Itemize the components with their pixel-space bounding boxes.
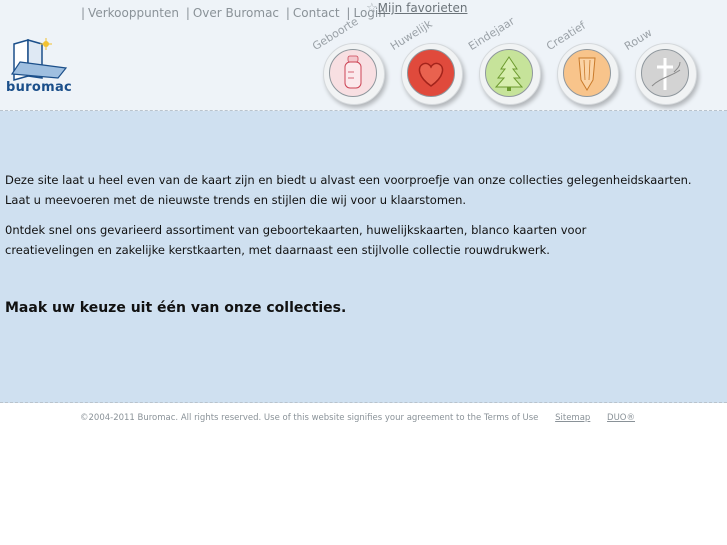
intro-text-line: creatievelingen en zakelijke kerstkaarte… bbox=[5, 243, 550, 257]
collection-eindejaar[interactable]: Eindejaar bbox=[466, 15, 549, 110]
site-header: | Verkooppunten | Over Buromac | Contact | L… bbox=[0, 0, 727, 111]
nav-link-over-buromac[interactable]: Over Buromac bbox=[193, 6, 279, 20]
logo-text: buromac bbox=[6, 80, 73, 95]
star-icon: ☆ bbox=[366, 1, 378, 16]
favorites: ☆Mijn favorieten bbox=[366, 1, 467, 16]
collection-inner bbox=[563, 49, 611, 97]
nav-separator: | bbox=[285, 6, 290, 20]
intro-section: Deze site laat u heel even van de kaart … bbox=[0, 111, 727, 403]
logo-mark-icon bbox=[10, 38, 68, 81]
pencil-icon bbox=[578, 57, 596, 91]
collection-circle bbox=[323, 43, 385, 105]
intro-text-line: Laat u meevoeren met de nieuwste trends … bbox=[5, 193, 467, 207]
intro-text-line: 0ntdek snel ons gevarieerd assortiment v… bbox=[5, 223, 587, 237]
collection-inner bbox=[485, 49, 533, 97]
buromac-logo[interactable]: buromac bbox=[6, 38, 78, 98]
collection-circle bbox=[479, 43, 541, 105]
top-navigation: | Verkooppunten | Over Buromac | Contact | L… bbox=[78, 6, 386, 20]
sitemap-link[interactable]: Sitemap bbox=[555, 413, 590, 423]
favorites-link[interactable]: Mijn favorieten bbox=[378, 1, 468, 15]
collection-inner bbox=[407, 49, 455, 97]
collection-huwelijk[interactable]: Huwelijk bbox=[388, 17, 471, 110]
collection-creatief[interactable]: Creatief bbox=[544, 19, 627, 110]
collection-circle bbox=[401, 43, 463, 105]
nav-link-contact[interactable]: Contact bbox=[293, 6, 340, 20]
site-footer: ©2004-2011 Buromac. All rights reserved.… bbox=[80, 413, 635, 423]
intro-text-line: Deze site laat u heel even van de kaart … bbox=[5, 173, 692, 187]
nav-separator: | bbox=[81, 6, 86, 20]
collection-circle bbox=[635, 43, 697, 105]
nav-link-verkooppunten[interactable]: Verkooppunten bbox=[88, 6, 179, 20]
collection-inner bbox=[329, 49, 377, 97]
cross-icon bbox=[651, 58, 681, 90]
collections-call-to-action: Maak uw keuze uit één van onze collectie… bbox=[5, 300, 347, 316]
collection-geboorte[interactable]: Geboorte bbox=[310, 15, 393, 110]
heart-icon bbox=[418, 62, 444, 87]
duo-link[interactable]: DUO® bbox=[607, 413, 635, 423]
collection-rouw[interactable]: Rouw bbox=[622, 26, 705, 110]
nav-separator: | bbox=[185, 6, 190, 20]
collection-circle bbox=[557, 43, 619, 105]
christmas-tree-icon bbox=[494, 56, 524, 91]
collection-inner bbox=[641, 49, 689, 97]
collections-nav: Geboorte Huwelijk Eindejaar Creatief Rou… bbox=[310, 15, 715, 110]
copyright-text: ©2004-2011 Buromac. All rights reserved.… bbox=[80, 413, 539, 423]
baby-bottle-icon bbox=[344, 55, 362, 89]
